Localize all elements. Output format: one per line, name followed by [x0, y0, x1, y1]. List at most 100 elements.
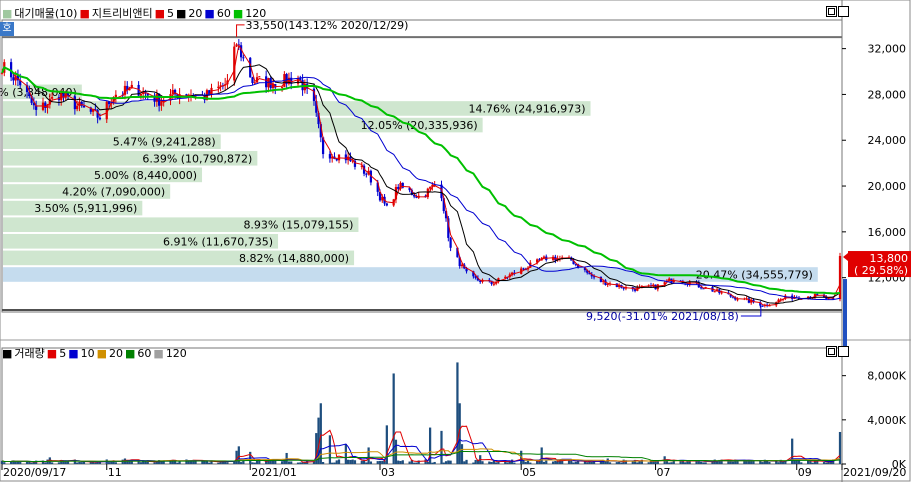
volume-bar: [335, 460, 338, 464]
x-tick-label: 03: [381, 466, 395, 479]
volume-bar: [490, 461, 493, 464]
volume-bar: [203, 461, 206, 464]
volume-bar: [253, 462, 256, 464]
volume-bar: [684, 462, 687, 464]
volume-bar: [376, 461, 379, 464]
volume-legend-marker-icon: ■: [96, 347, 107, 360]
candle-body: [335, 158, 338, 161]
candle-body: [492, 283, 495, 285]
volume-bar: [176, 462, 179, 464]
volume-bar: [572, 462, 575, 464]
price-legend-marker-icon: ■: [232, 7, 244, 20]
volume-panel: [1, 347, 843, 465]
volume-bar: [3, 462, 6, 464]
x-tick-label: 11: [108, 466, 122, 479]
volume-bar: [381, 460, 384, 464]
volume-bar: [153, 462, 156, 464]
volume-bar: [107, 462, 111, 464]
volume-bar: [401, 460, 404, 464]
volume-bar: [360, 460, 363, 464]
volume-bar: [731, 461, 735, 464]
volume-legend-label: 거래량: [14, 347, 45, 360]
current-price-change: ( 29.58%): [854, 264, 908, 277]
price-legend-marker-icon: ■: [79, 7, 90, 20]
volume-bar: [30, 462, 33, 464]
volume-bar: [699, 461, 703, 464]
candle-body: [76, 105, 79, 110]
volume-bar: [178, 461, 181, 464]
volume-legend-marker-icon: ■: [2, 347, 13, 360]
volume-bar: [481, 461, 484, 464]
supply-zone-label: 20.47% (34,555,779): [696, 268, 813, 281]
volume-tick-label: 8,000K: [867, 370, 906, 383]
volume-bar: [146, 461, 149, 464]
price-legend-label: 120: [245, 7, 267, 20]
maximize-window-icon[interactable]: [838, 346, 849, 357]
supply-zone-label: 4.20% (7,090,000): [62, 185, 165, 198]
volume-legend-label: 5: [59, 347, 67, 360]
price-legend-marker-icon: ■: [154, 7, 166, 20]
volume-bar: [217, 462, 220, 464]
candle-body: [720, 292, 723, 294]
volume-bar: [816, 461, 819, 464]
volume-bar: [337, 459, 341, 464]
x-tick-label: 09: [798, 466, 812, 479]
volume-bar: [702, 462, 705, 464]
candle-body: [258, 76, 261, 78]
volume-bar: [670, 462, 673, 464]
price-legend-marker-icon: ■: [176, 7, 187, 20]
volume-bar: [239, 462, 243, 464]
volume-bar: [825, 462, 828, 464]
volume-bar: [362, 460, 366, 464]
maximize-window-icon[interactable]: [838, 6, 849, 17]
volume-legend-label: 120: [165, 347, 187, 360]
volume-bar: [287, 461, 291, 464]
volume-bar: [331, 462, 334, 464]
volume-bar: [344, 444, 347, 464]
volume-bar: [378, 460, 382, 464]
volume-bar: [433, 461, 436, 464]
volume-bar: [838, 431, 842, 464]
volume-bar: [28, 462, 31, 464]
volume-bar: [615, 462, 618, 464]
volume-bar: [620, 462, 623, 464]
volume-bar: [447, 460, 450, 464]
volume-bar: [529, 462, 532, 464]
volume-bar: [57, 462, 61, 464]
volume-legend-label: 20: [109, 347, 123, 360]
volume-bar: [208, 462, 211, 464]
volume-bar: [347, 459, 350, 464]
candle-body: [160, 101, 163, 106]
volume-legend-marker-icon: ■: [153, 347, 164, 360]
volume-bar: [237, 446, 240, 464]
volume-bar: [545, 460, 548, 464]
volume-bar: [251, 462, 254, 464]
volume-bar: [431, 462, 434, 464]
volume-bar: [296, 462, 300, 464]
price-tick-label: 32,000: [868, 43, 907, 56]
candle-body: [50, 97, 54, 99]
volume-bar: [369, 461, 373, 464]
candle-body: [699, 287, 703, 289]
price-tick-label: 28,000: [868, 88, 907, 101]
volume-bar: [542, 461, 546, 464]
candle-body: [736, 299, 739, 301]
volume-legend-marker-icon: ■: [46, 347, 58, 360]
corner-label: 호: [0, 22, 14, 36]
candle-body: [139, 93, 143, 96]
volume-legend-label: 60: [137, 347, 152, 360]
volume-bar: [415, 462, 418, 464]
restore-window-icon[interactable]: [826, 6, 837, 17]
volume-bar: [242, 460, 245, 464]
candle-body: [385, 203, 388, 206]
candle-body: [522, 268, 525, 270]
volume-bar: [365, 462, 368, 464]
stock-chart[interactable]: 20.47% (34,555,779) 8.82% (14,880,000) 6.9…: [0, 0, 911, 482]
volume-bar: [768, 461, 771, 464]
volume-bar: [235, 450, 238, 464]
restore-window-icon[interactable]: [826, 346, 837, 357]
volume-bar: [76, 462, 79, 464]
volume-bar: [688, 461, 691, 464]
volume-bar: [14, 461, 17, 464]
volume-bar: [540, 447, 543, 464]
